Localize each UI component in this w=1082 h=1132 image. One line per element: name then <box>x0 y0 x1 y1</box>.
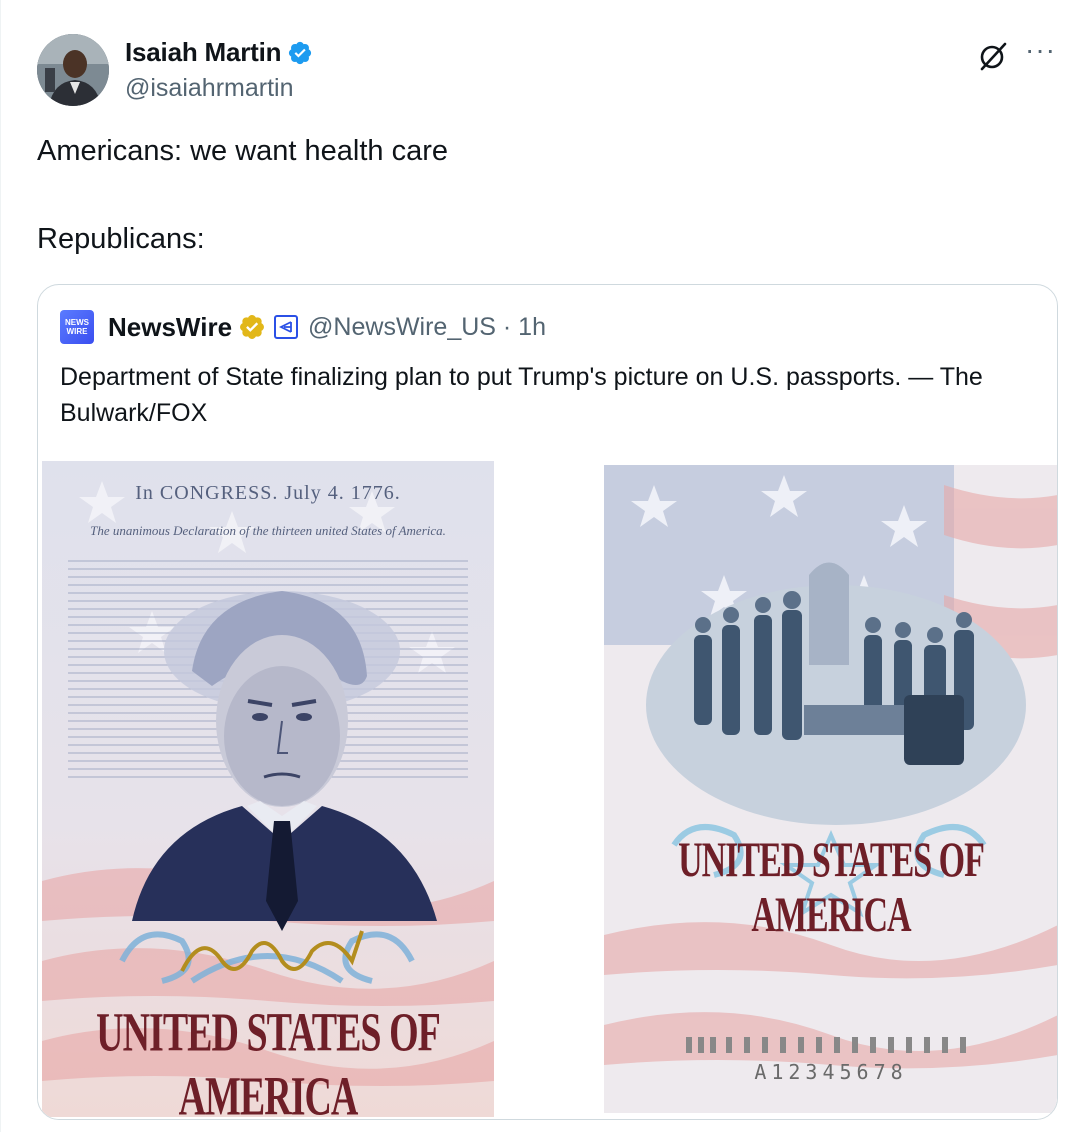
affiliate-badge-icon <box>274 315 299 339</box>
tweet: Isaiah Martin @isaiahrmartin ··· America… <box>0 0 1082 1132</box>
author-name[interactable]: Isaiah Martin <box>125 37 313 68</box>
newswire-logo-line-1: NEWS <box>65 318 89 327</box>
more-icon[interactable]: ··· <box>1025 36 1056 64</box>
passport-left-caption: UNITED STATES OF AMERICA <box>96 1002 441 1117</box>
quoted-tweet[interactable]: NEWS WIRE NewsWire @NewsWire_US · 1h Dep… <box>37 284 1058 1120</box>
quoted-author-handle-time[interactable]: @NewsWire_US · 1h <box>308 313 546 342</box>
quoted-author-name[interactable]: NewsWire <box>108 312 232 343</box>
quoted-tweet-header: NEWS WIRE NewsWire @NewsWire_US · 1h <box>60 310 546 344</box>
newswire-logo-line-2: WIRE <box>66 327 88 336</box>
grok-icon[interactable] <box>977 40 1009 72</box>
quoted-tweet-text: Department of State finalizing plan to p… <box>60 363 983 427</box>
passport-image-right[interactable]: A12345678 UNITED STATES OF AMERICA <box>604 465 1057 1113</box>
passport-image-left[interactable]: In CONGRESS. July 4. 1776. The unanimous… <box>42 461 494 1117</box>
passport-left-subheader: The unanimous Declaration of the thirtee… <box>90 523 446 538</box>
passport-right-artwork: A12345678 <box>604 465 1057 1113</box>
quoted-tweet-media[interactable]: In CONGRESS. July 4. 1776. The unanimous… <box>38 461 1057 1119</box>
passport-right-caption: UNITED STATES OF AMERICA <box>678 833 985 943</box>
gold-verified-badge-icon <box>240 315 265 339</box>
verified-badge-icon <box>289 41 312 64</box>
avatar-image <box>37 34 109 106</box>
tweet-text-line-1: Americans: we want health care <box>37 135 449 167</box>
author-name-text[interactable]: Isaiah Martin <box>125 37 282 68</box>
passport-left-header: In CONGRESS. July 4. 1776. <box>135 482 400 504</box>
tweet-text-line-2: Republicans: <box>37 223 205 255</box>
newswire-logo[interactable]: NEWS WIRE <box>60 310 94 344</box>
author-handle[interactable]: @isaiahrmartin <box>125 74 293 103</box>
passport-serial: A12345678 <box>754 1060 907 1084</box>
author-avatar[interactable] <box>37 34 109 106</box>
